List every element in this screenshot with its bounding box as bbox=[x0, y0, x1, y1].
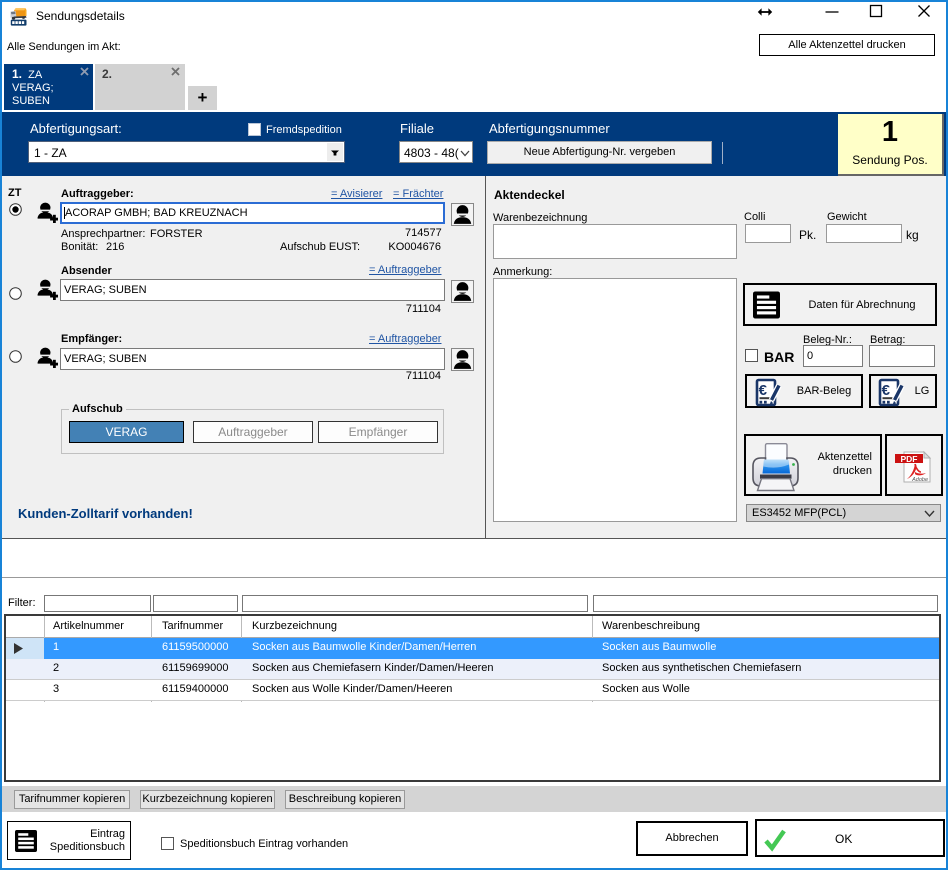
svg-text:Adobe: Adobe bbox=[911, 477, 928, 483]
svg-text:€: € bbox=[759, 382, 768, 399]
svg-text:€: € bbox=[882, 382, 891, 399]
svg-text:PDF: PDF bbox=[901, 454, 918, 464]
